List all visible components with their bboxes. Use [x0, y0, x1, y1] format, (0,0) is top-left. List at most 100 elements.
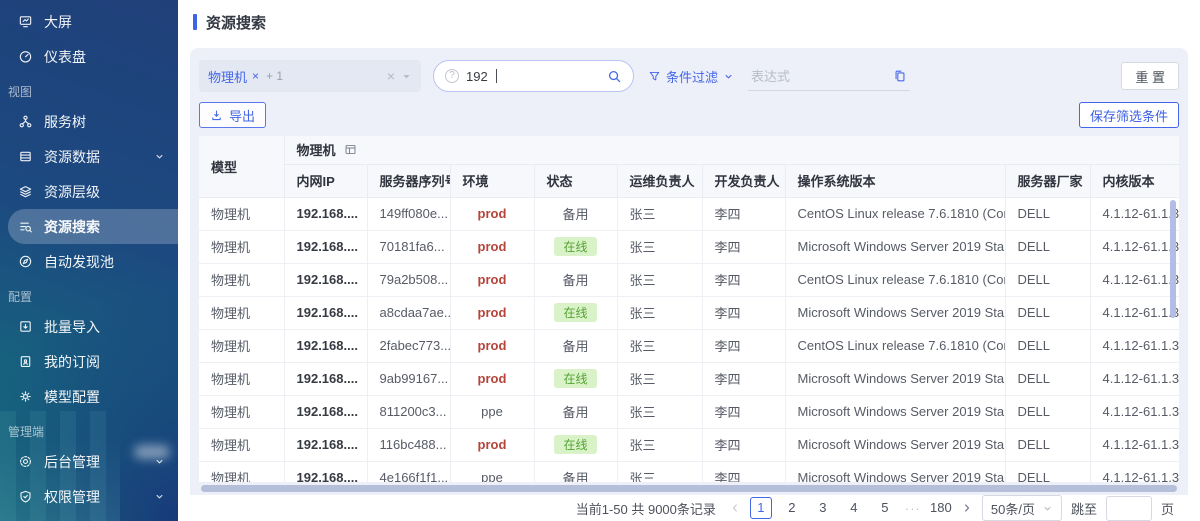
status-online-badge: 在线: [554, 237, 596, 256]
sidebar-item-label: 权限管理: [44, 487, 100, 507]
table-row[interactable]: 物理机192.168....a8cdaa7ae...prod在线张三李四Micr…: [199, 296, 1179, 329]
expression-input[interactable]: 表达式: [748, 61, 910, 91]
sidebar-menu: 大屏 仪表盘 视图 服务树 资源数据 资源层级 资源搜索 自动发现池 配置: [0, 0, 178, 514]
next-page-button[interactable]: [961, 502, 973, 514]
sidebar-item-subscriptions[interactable]: 我的订阅: [0, 344, 178, 379]
tree-icon: [18, 114, 33, 129]
table-row[interactable]: 物理机192.168....9ab99167...prod在线张三李四Micro…: [199, 362, 1179, 395]
cell-dev: 李四: [702, 362, 785, 395]
table-row[interactable]: 物理机192.168....79a2b508...prod备用张三李四CentO…: [199, 263, 1179, 296]
cell-env: prod: [450, 263, 534, 296]
sidebar-item-resource-search[interactable]: 资源搜索: [8, 209, 178, 244]
cell-vendor: DELL: [1005, 296, 1090, 329]
cell-os: CentOS Linux release 7.6.1810 (Core): [785, 263, 1005, 296]
select-chevron-icon[interactable]: [401, 71, 412, 82]
reset-button[interactable]: 重 置: [1121, 62, 1179, 90]
sidebar-item-label: 大屏: [44, 12, 72, 32]
sidebar-item-resource-data[interactable]: 资源数据: [0, 139, 178, 174]
pagination-ellipsis[interactable]: ···: [905, 501, 921, 516]
cell-model: 物理机: [199, 362, 284, 395]
save-filter-button[interactable]: 保存筛选条件: [1079, 102, 1179, 128]
cell-kernel: 4.1.12-61.1.33.: [1090, 263, 1179, 296]
cell-ops: 张三: [617, 230, 702, 263]
cell-model: 物理机: [199, 263, 284, 296]
cell-env: prod: [450, 362, 534, 395]
table-group-header-row: 模型 物理机: [199, 136, 1179, 164]
cell-serial: 149ff080e...: [367, 197, 450, 230]
sidebar-item-resource-levels[interactable]: 资源层级: [0, 174, 178, 209]
cell-serial: a8cdaa7ae...: [367, 296, 450, 329]
gear-icon: [18, 454, 33, 469]
page-size-value: 50条/页: [991, 499, 1035, 518]
table-row[interactable]: 物理机192.168....149ff080e...prod备用张三李四Cent…: [199, 197, 1179, 230]
save-filter-label: 保存筛选条件: [1090, 106, 1168, 125]
cell-dev: 李四: [702, 428, 785, 461]
chevron-right-icon: [961, 502, 973, 514]
chevron-down-icon: [154, 151, 165, 162]
condition-filter-button[interactable]: 条件过滤: [646, 67, 736, 86]
sidebar-item-label: 后台管理: [44, 452, 100, 472]
sidebar-item-bigscreen[interactable]: 大屏: [0, 4, 178, 39]
page-number-5[interactable]: 5: [874, 497, 896, 519]
sidebar-item-discovery-pool[interactable]: 自动发现池: [0, 244, 178, 279]
filter-row: 物理机 × + 1 × ? 192 条件过滤 表达式: [199, 60, 1179, 92]
cell-dev: 李四: [702, 395, 785, 428]
table-row[interactable]: 物理机192.168....4e166f1f1...ppe备用张三李四Micro…: [199, 461, 1179, 482]
sidebar-item-label: 批量导入: [44, 317, 100, 337]
sidebar-item-label: 资源数据: [44, 147, 100, 167]
page-number-4[interactable]: 4: [843, 497, 865, 519]
cell-status: 备用: [534, 329, 617, 362]
vertical-scrollbar[interactable]: [1170, 200, 1176, 318]
tag-close-icon[interactable]: ×: [252, 69, 259, 83]
page-numbers: 12345: [750, 497, 896, 519]
results-table: 模型 物理机 内网IP服务器序列号环境状态运维负责人开发负责人操作系统版本服务器…: [199, 136, 1179, 482]
table-config-icon[interactable]: [344, 143, 357, 156]
status-online-badge: 在线: [554, 369, 596, 388]
table-row[interactable]: 物理机192.168....811200c3...ppe备用张三李四Micros…: [199, 395, 1179, 428]
cell-ip: 192.168....: [284, 428, 367, 461]
page-number-2[interactable]: 2: [781, 497, 803, 519]
column-header: 服务器序列号: [367, 164, 450, 197]
cell-env: prod: [450, 230, 534, 263]
horizontal-scrollbar[interactable]: [201, 485, 1177, 492]
sidebar-item-backend-admin[interactable]: 后台管理: [0, 444, 178, 479]
text-caret: [496, 69, 498, 83]
table-row[interactable]: 物理机192.168....2fabec773...prod备用张三李四Cent…: [199, 329, 1179, 362]
model-select[interactable]: 物理机 × + 1 ×: [199, 60, 421, 92]
prev-page-button[interactable]: [729, 502, 741, 514]
cell-kernel: 4.1.12-61.1.33.: [1090, 428, 1179, 461]
sidebar-item-service-tree[interactable]: 服务树: [0, 104, 178, 139]
cell-dev: 李四: [702, 329, 785, 362]
sidebar-item-permissions[interactable]: 权限管理: [0, 479, 178, 514]
sidebar-item-label: 仪表盘: [44, 47, 86, 67]
last-page-button[interactable]: 180: [930, 497, 952, 519]
cell-os: CentOS Linux release 7.6.1810 (Core): [785, 197, 1005, 230]
compass-icon: [18, 254, 33, 269]
cell-ip: 192.168....: [284, 461, 367, 482]
search-icon[interactable]: [607, 69, 622, 84]
page-number-3[interactable]: 3: [812, 497, 834, 519]
select-clear-icon[interactable]: ×: [387, 68, 395, 84]
cell-vendor: DELL: [1005, 362, 1090, 395]
cell-kernel: 4.1.12-61.1.33.: [1090, 395, 1179, 428]
search-list-icon: [18, 219, 33, 234]
content-card: 物理机 × + 1 × ? 192 条件过滤 表达式: [190, 48, 1188, 521]
sidebar-item-model-config[interactable]: 模型配置: [0, 379, 178, 414]
export-button[interactable]: 导出: [199, 102, 266, 128]
cell-status: 备用: [534, 395, 617, 428]
search-input[interactable]: ? 192: [433, 60, 634, 92]
sidebar-item-dashboard[interactable]: 仪表盘: [0, 39, 178, 74]
jump-page-input[interactable]: [1106, 496, 1152, 521]
sidebar-item-batch-import[interactable]: 批量导入: [0, 309, 178, 344]
table-row[interactable]: 物理机192.168....116bc488...prod在线张三李四Micro…: [199, 428, 1179, 461]
model-more-count: + 1: [266, 69, 283, 83]
page-size-select[interactable]: 50条/页: [982, 495, 1062, 521]
cell-vendor: DELL: [1005, 263, 1090, 296]
cell-env: ppe: [450, 395, 534, 428]
cell-ip: 192.168....: [284, 197, 367, 230]
copy-icon[interactable]: [893, 69, 907, 83]
model-gear-icon: [18, 389, 33, 404]
shield-check-icon: [18, 489, 33, 504]
table-row[interactable]: 物理机192.168....70181fa6...prod在线张三李四Micro…: [199, 230, 1179, 263]
page-number-1[interactable]: 1: [750, 497, 772, 519]
